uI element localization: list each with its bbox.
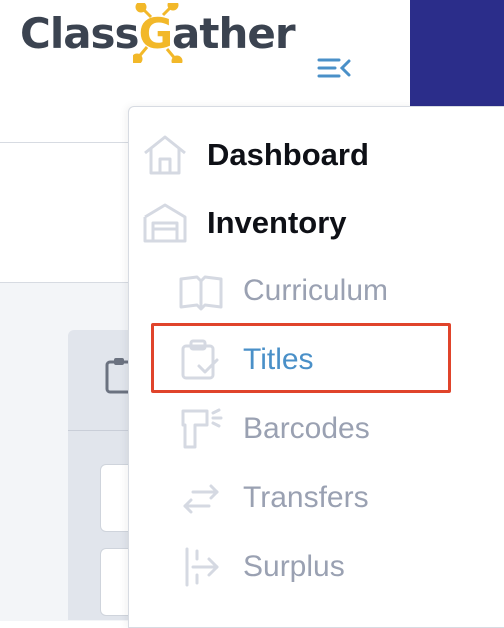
surplus-icon (177, 545, 225, 589)
sidebar-item-label: Dashboard (207, 137, 369, 172)
logo-text-class: Class (20, 8, 140, 58)
highlight-box (151, 323, 451, 393)
sidebar-collapse-button[interactable] (314, 52, 354, 84)
logo-text-ather: ather (172, 8, 296, 58)
sidebar-item-transfers[interactable]: Transfers (129, 470, 504, 526)
barcode-scanner-icon (177, 407, 225, 451)
logo-text-g: G (138, 8, 173, 58)
header-band (410, 0, 504, 108)
sidebar-menu: Dashboard Inventory Curriculum Titles Ba… (128, 106, 504, 628)
sidebar-item-dashboard[interactable]: Dashboard (129, 127, 504, 183)
classgather-logo[interactable]: Class G ather (20, 2, 296, 64)
sidebar-item-barcodes[interactable]: Barcodes (129, 401, 504, 457)
sidebar-item-inventory[interactable]: Inventory (129, 195, 504, 251)
home-icon (141, 133, 189, 177)
warehouse-icon (141, 201, 189, 245)
sidebar-item-label: Surplus (243, 550, 345, 583)
logo-g-mark: G (132, 2, 183, 63)
sidebar-item-label: Curriculum (243, 274, 389, 307)
transfer-arrows-icon (177, 478, 225, 518)
sidebar-item-surplus[interactable]: Surplus (129, 539, 504, 595)
book-icon (177, 271, 225, 311)
header-divider (0, 142, 130, 143)
menu-collapse-icon (317, 58, 351, 78)
sidebar-item-label: Transfers (243, 481, 369, 514)
sidebar-item-curriculum[interactable]: Curriculum (129, 263, 504, 319)
sidebar-item-label: Inventory (207, 205, 347, 240)
sidebar-item-label: Barcodes (243, 412, 370, 445)
